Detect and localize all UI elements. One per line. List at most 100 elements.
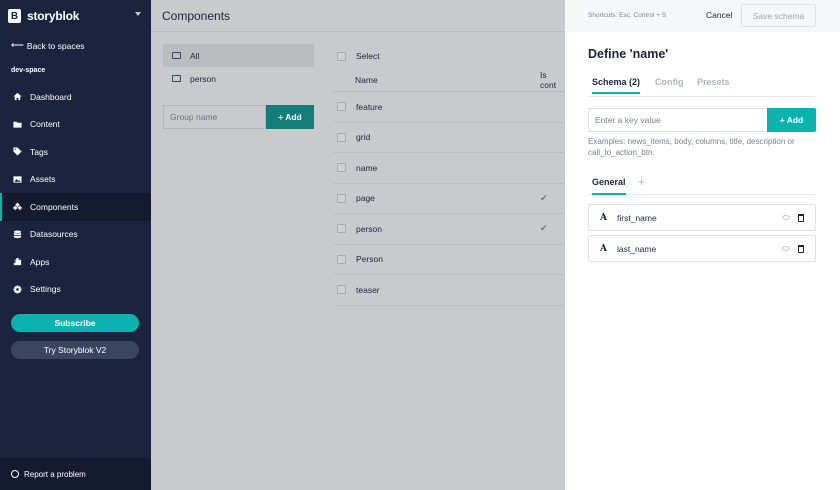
- image-icon: [12, 174, 22, 184]
- field-name: first_name: [617, 212, 657, 223]
- table-row[interactable]: grid: [333, 123, 565, 153]
- add-field-button[interactable]: + Add: [767, 108, 816, 132]
- table-header: Name Is cont: [333, 68, 565, 92]
- select-label: Select: [356, 51, 380, 61]
- sidebar-item-settings[interactable]: Settings: [0, 276, 151, 304]
- sidebar-item-assets[interactable]: Assets: [0, 166, 151, 194]
- select-all-checkbox[interactable]: [337, 51, 346, 61]
- sidebar-item-label: Apps: [30, 256, 50, 267]
- eye-icon[interactable]: [782, 215, 790, 220]
- report-problem-label: Report a problem: [24, 469, 86, 479]
- sidebar-item-apps[interactable]: Apps: [0, 248, 151, 276]
- text-type-icon: A: [600, 212, 607, 223]
- sidebar-item-tags[interactable]: Tags: [0, 138, 151, 166]
- field-name: last_name: [617, 243, 657, 254]
- sidebar-nav: Dashboard Content Tags Assets Components…: [0, 83, 151, 303]
- sidebar-item-label: Assets: [30, 174, 56, 185]
- tag-icon: [12, 147, 22, 157]
- chevron-down-icon[interactable]: [135, 12, 141, 16]
- sidebar-item-dashboard[interactable]: Dashboard: [0, 83, 151, 111]
- table-row[interactable]: feature: [333, 92, 565, 123]
- page-title: Components: [162, 9, 231, 23]
- components-table: Select Name Is cont feature grid name pa…: [333, 44, 565, 306]
- component-name: grid: [356, 132, 371, 143]
- sidebar-item-label: Settings: [30, 284, 61, 295]
- schema-field-row[interactable]: A first_name: [588, 204, 816, 231]
- group-item-person[interactable]: person: [163, 67, 314, 90]
- cancel-button[interactable]: Cancel: [706, 10, 732, 20]
- trash-icon[interactable]: [798, 214, 804, 222]
- back-to-spaces-link[interactable]: ⟵ Back to spaces: [11, 40, 85, 51]
- schema-drawer: Shortcuts: Esc, Control + S Cancel Save …: [565, 0, 840, 490]
- tab-schema[interactable]: Schema (2): [592, 77, 641, 94]
- column-header-name[interactable]: Name: [355, 75, 378, 85]
- group-name-input[interactable]: Group name: [163, 105, 266, 129]
- group-label: person: [190, 73, 216, 84]
- brand-switcher[interactable]: B storyblok: [8, 7, 143, 25]
- back-to-spaces-label: Back to spaces: [26, 40, 85, 51]
- tab-presets[interactable]: Presets: [697, 77, 730, 87]
- component-name: page: [356, 193, 375, 204]
- brand-name: storyblok: [27, 9, 80, 23]
- tab-config[interactable]: Config: [655, 77, 684, 87]
- component-name: feature: [356, 101, 383, 112]
- home-icon: [12, 92, 22, 102]
- subscribe-button[interactable]: Subscribe: [11, 314, 139, 332]
- sidebar-item-components[interactable]: Components: [0, 193, 151, 221]
- drawer-toolbar: Shortcuts: Esc, Control + S Cancel Save …: [565, 0, 840, 32]
- row-checkbox[interactable]: [337, 224, 346, 234]
- report-problem-link[interactable]: Report a problem: [0, 458, 151, 490]
- sidebar-item-datasources[interactable]: Datasources: [0, 221, 151, 249]
- table-row[interactable]: name: [333, 153, 565, 184]
- add-tab-icon[interactable]: +: [638, 175, 645, 189]
- table-row[interactable]: Person: [333, 245, 565, 275]
- row-checkbox[interactable]: [337, 163, 346, 173]
- sidebar-item-label: Dashboard: [30, 91, 72, 102]
- row-checkbox[interactable]: [337, 254, 346, 264]
- help-icon: [11, 470, 19, 478]
- row-checkbox[interactable]: [337, 285, 346, 295]
- group-item-all[interactable]: All: [163, 44, 314, 67]
- try-storyblok-v2-button[interactable]: Try Storyblok V2: [11, 341, 139, 359]
- storyblok-logo: B: [8, 9, 21, 23]
- group-label: All: [190, 50, 200, 61]
- sidebar-item-label: Components: [30, 201, 79, 212]
- folder-icon: [12, 119, 22, 129]
- tab-general[interactable]: General: [592, 177, 626, 195]
- row-checkbox[interactable]: [337, 102, 346, 112]
- row-checkbox[interactable]: [337, 193, 346, 203]
- database-icon: [12, 229, 22, 239]
- component-name: Person: [356, 254, 383, 265]
- main-header: Components: [151, 0, 565, 32]
- schema-field-row[interactable]: A last_name: [588, 235, 816, 262]
- table-row[interactable]: person ✔: [333, 214, 565, 245]
- add-group-button[interactable]: + Add: [266, 105, 314, 129]
- group-list: All person: [163, 44, 314, 90]
- sidebar-item-label: Content: [30, 119, 60, 130]
- table-row[interactable]: teaser: [333, 275, 565, 306]
- component-name: name: [356, 162, 378, 173]
- puzzle-icon: [12, 257, 22, 267]
- space-name: dev-space: [11, 67, 46, 74]
- column-header-is-content[interactable]: Is cont: [540, 70, 565, 90]
- components-icon: [12, 202, 22, 212]
- trash-icon[interactable]: [798, 245, 804, 253]
- drawer-title: Define 'name': [588, 47, 669, 61]
- key-value-input[interactable]: Enter a key value: [588, 108, 767, 132]
- eye-icon[interactable]: [782, 246, 790, 251]
- folder-open-icon: [172, 52, 181, 59]
- row-checkbox[interactable]: [337, 132, 346, 142]
- arrow-left-icon: ⟵: [11, 40, 24, 50]
- sidebar-item-label: Datasources: [30, 229, 78, 240]
- save-schema-button[interactable]: Save schema: [741, 4, 816, 27]
- shortcuts-hint: Shortcuts: Esc, Control + S: [588, 12, 667, 19]
- sidebar-item-content[interactable]: Content: [0, 111, 151, 139]
- is-content-check: ✔: [540, 192, 548, 203]
- component-name: person: [356, 223, 382, 234]
- component-name: teaser: [356, 284, 380, 295]
- schema-tabs: Schema (2) Config Presets: [588, 75, 815, 97]
- is-content-check: ✔: [540, 223, 548, 234]
- text-type-icon: A: [600, 243, 607, 254]
- table-row[interactable]: page ✔: [333, 184, 565, 214]
- select-all-row[interactable]: Select: [333, 44, 565, 68]
